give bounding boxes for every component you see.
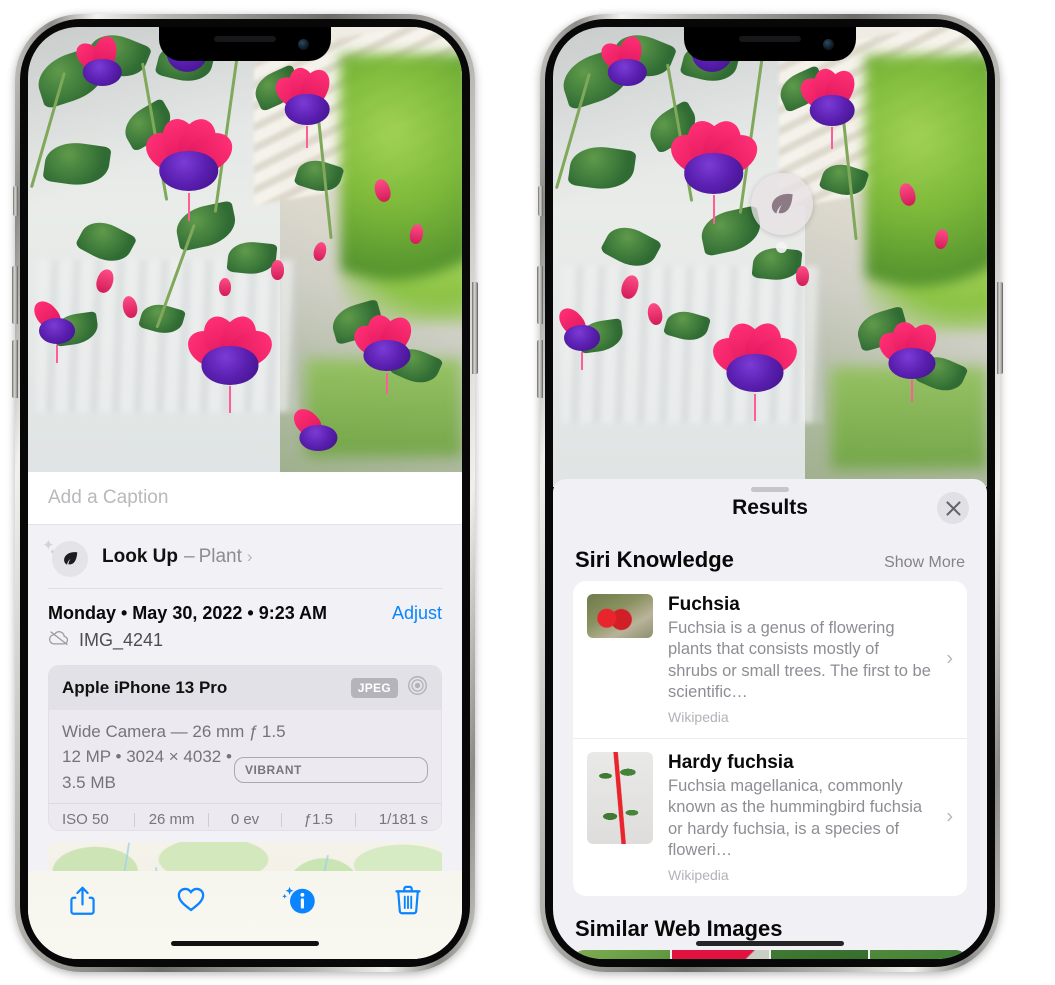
volume-up-button[interactable]	[12, 266, 18, 324]
knowledge-item[interactable]: Hardy fuchsia Fuchsia magellanica, commo…	[573, 737, 967, 896]
front-camera	[823, 39, 834, 50]
image-specs: 12 MP • 3024 × 4032 • 3.5 MB	[62, 747, 232, 792]
format-badge: JPEG	[350, 677, 398, 698]
mute-switch[interactable]	[538, 186, 543, 216]
volume-down-button[interactable]	[12, 340, 18, 398]
info-button[interactable]	[245, 885, 354, 915]
look-up-dash: –	[184, 545, 195, 567]
lens-info: Wide Camera — 26 mm ƒ 1.5	[62, 721, 286, 741]
fuchsia-photo	[553, 27, 987, 487]
file-row: IMG_4241	[28, 624, 462, 663]
photo-viewer[interactable]	[28, 27, 462, 475]
results-header: Results	[553, 479, 987, 537]
knowledge-text: Hardy fuchsia Fuchsia magellanica, commo…	[653, 752, 953, 883]
similar-web-images-strip	[573, 949, 967, 959]
look-up-subject: Plant	[198, 545, 242, 567]
close-icon	[945, 500, 961, 516]
icloud-slash-icon	[48, 630, 70, 651]
photographic-style-badge: VIBRANT	[234, 756, 428, 783]
chevron-right-icon: ›	[246, 546, 253, 566]
power-button[interactable]	[997, 282, 1003, 374]
delete-button[interactable]	[354, 885, 463, 915]
exif-row: ISO 50 26 mm 0 ev ƒ1.5 1/181 s	[49, 803, 441, 830]
knowledge-text: Fuchsia Fuchsia is a genus of flowering …	[653, 594, 953, 725]
photo-date: Monday • May 30, 2022 • 9:23 AM	[48, 602, 328, 623]
fuchsia-photo	[28, 27, 462, 475]
results-sheet: Results Siri Knowledge Show More Fuchsia…	[553, 479, 987, 959]
home-indicator[interactable]	[696, 941, 844, 946]
show-more-button[interactable]: Show More	[884, 554, 965, 572]
photo-toolbar	[28, 871, 462, 959]
web-image-2[interactable]	[672, 949, 769, 959]
web-image-3[interactable]	[771, 949, 868, 959]
photo-viewer[interactable]	[553, 27, 987, 487]
photo-info-sheet: Add a Caption ✦ ✦ Look Up – Plan	[28, 472, 462, 959]
siri-knowledge-card: Fuchsia Fuchsia is a genus of flowering …	[573, 581, 967, 896]
front-camera	[298, 39, 309, 50]
background-trees	[865, 54, 987, 331]
background-lawn	[830, 367, 987, 469]
exif-shutter-speed: 1/181 s	[378, 811, 429, 829]
share-button[interactable]	[28, 885, 137, 916]
look-up-title: Look Up	[102, 545, 178, 567]
exif-aperture: ƒ1.5	[303, 811, 334, 829]
iphone-device-left: Add a Caption ✦ ✦ Look Up – Plan	[12, 14, 478, 972]
section-title: Similar Web Images	[575, 915, 783, 941]
exif-focal-length: 26 mm	[148, 811, 195, 829]
home-indicator[interactable]	[171, 941, 319, 946]
knowledge-title: Hardy fuchsia	[668, 751, 794, 773]
aperture-icon	[407, 675, 428, 701]
exif-iso: ISO 50	[62, 811, 109, 829]
look-up-row[interactable]: ✦ ✦ Look Up – Plant ›	[28, 525, 462, 587]
camera-card-header: Apple iPhone 13 Pro JPEG	[49, 665, 441, 710]
device-notch	[684, 27, 856, 61]
file-name: IMG_4241	[79, 629, 164, 650]
look-up-icon-group: ✦ ✦	[42, 537, 88, 577]
knowledge-item[interactable]: Fuchsia Fuchsia is a genus of flowering …	[573, 581, 967, 738]
visual-look-up-leaf-badge[interactable]	[751, 173, 813, 235]
web-image-4[interactable]	[870, 949, 967, 959]
results-title: Results	[732, 496, 808, 519]
screenshot-stage: Add a Caption ✦ ✦ Look Up – Plan	[0, 0, 1055, 985]
knowledge-source: Wikipedia	[668, 708, 729, 725]
exif-exposure-bias: 0 ev	[230, 811, 260, 829]
iphone-device-right: Results Siri Knowledge Show More Fuchsia…	[537, 14, 1003, 972]
siri-knowledge-header: Siri Knowledge Show More	[553, 537, 987, 581]
knowledge-description: Fuchsia magellanica, commonly known as t…	[668, 776, 923, 860]
knowledge-thumbnail	[587, 751, 653, 844]
camera-model: Apple iPhone 13 Pro	[62, 677, 228, 697]
knowledge-title: Fuchsia	[668, 594, 740, 615]
favorite-button[interactable]	[137, 885, 246, 913]
earpiece-speaker	[739, 36, 801, 42]
close-button[interactable]	[937, 492, 969, 524]
power-button[interactable]	[472, 282, 478, 374]
leaf-icon	[52, 540, 88, 577]
camera-card-body: Wide Camera — 26 mm ƒ 1.5 12 MP • 3024 ×…	[49, 710, 441, 804]
section-title: Siri Knowledge	[575, 547, 734, 572]
date-row: Monday • May 30, 2022 • 9:23 AM Adjust	[28, 589, 462, 624]
chevron-right-icon: ›	[946, 805, 953, 828]
web-image-1[interactable]	[573, 949, 670, 959]
phone-screen-right: Results Siri Knowledge Show More Fuchsia…	[553, 27, 987, 959]
adjust-button[interactable]: Adjust	[392, 603, 442, 624]
device-notch	[159, 27, 331, 61]
volume-up-button[interactable]	[537, 266, 543, 324]
background-trees	[340, 53, 462, 323]
knowledge-thumbnail	[587, 594, 653, 638]
mute-switch[interactable]	[13, 186, 18, 216]
chevron-right-icon: ›	[946, 647, 953, 670]
camera-info-card[interactable]: Apple iPhone 13 Pro JPEG Wide Camera — 2…	[48, 664, 442, 832]
earpiece-speaker	[214, 36, 276, 42]
look-up-anchor-dot	[776, 242, 787, 253]
caption-field[interactable]: Add a Caption	[28, 472, 462, 526]
volume-down-button[interactable]	[537, 340, 543, 398]
phone-screen-left: Add a Caption ✦ ✦ Look Up – Plan	[28, 27, 462, 959]
knowledge-source: Wikipedia	[668, 866, 729, 883]
knowledge-description: Fuchsia is a genus of flowering plants t…	[668, 619, 931, 702]
caption-placeholder: Add a Caption	[48, 487, 169, 509]
